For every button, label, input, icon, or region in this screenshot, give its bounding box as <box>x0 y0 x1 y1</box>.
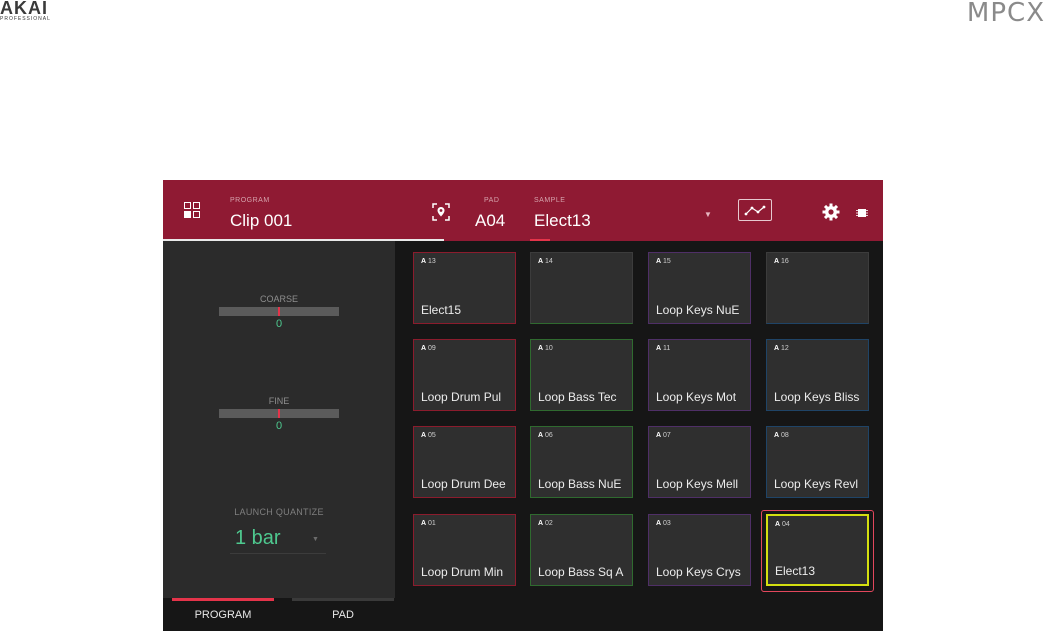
pad-sample-name: Loop Keys NuE <box>656 303 740 317</box>
pad-number: A 13 <box>421 258 436 265</box>
sample-underline <box>530 239 550 241</box>
left-panel: COARSE 0 FINE 0 LAUNCH QUANTIZE 1 bar ▼ <box>163 241 395 598</box>
pad-sample-name: Loop Drum Dee <box>421 477 506 491</box>
pad-a13[interactable]: A 13 Elect15 <box>413 252 516 324</box>
fine-slider-marker <box>278 409 280 418</box>
akai-logo-subtext: PROFESSIONAL <box>0 16 51 22</box>
sample-label: SAMPLE <box>534 197 566 204</box>
tab-program[interactable]: PROGRAM <box>172 598 274 631</box>
pad-sample-name: Loop Keys Crys <box>656 565 741 579</box>
sample-dropdown-icon[interactable]: ▼ <box>704 210 712 219</box>
pad-number: A 09 <box>421 345 436 352</box>
pad-number: A 12 <box>774 345 789 352</box>
pad-number: A 14 <box>538 258 553 265</box>
pad-number: A 01 <box>421 520 436 527</box>
mpcx-logo: MPCX <box>966 0 1045 28</box>
pad-a03[interactable]: A 03 Loop Keys Crys <box>648 514 751 586</box>
pad-a08[interactable]: A 08 Loop Keys Revl <box>766 426 869 498</box>
launch-quantize-value: 1 bar <box>235 527 281 549</box>
fine-slider[interactable] <box>219 409 339 418</box>
akai-logo-text: AKAI <box>0 0 48 18</box>
pad-a11[interactable]: A 11 Loop Keys Mot <box>648 339 751 411</box>
pad-a16[interactable]: A 16 <box>766 252 869 324</box>
tab-active-indicator <box>172 598 274 601</box>
pad-sample-name: Loop Keys Bliss <box>774 390 860 404</box>
pad-sample-name: Loop Keys Mot <box>656 390 737 404</box>
pad-selector[interactable]: A04 <box>475 211 505 231</box>
pad-number: A 16 <box>774 258 789 265</box>
pad-a01[interactable]: A 01 Loop Drum Min <box>413 514 516 586</box>
pad-label: PAD <box>484 197 500 204</box>
pad-number: A 08 <box>774 432 789 439</box>
coarse-slider-marker <box>278 307 280 316</box>
pad-sample-name: Loop Keys Mell <box>656 477 739 491</box>
tab-program-label: PROGRAM <box>194 609 252 621</box>
pad-number: A 07 <box>656 432 671 439</box>
chevron-down-icon: ▼ <box>312 536 319 543</box>
pad-a14[interactable]: A 14 <box>530 252 633 324</box>
pad-sample-name: Elect13 <box>775 564 816 578</box>
pad-a06[interactable]: A 06 Loop Bass NuE <box>530 426 633 498</box>
pad-sample-name: Loop Bass Tec <box>538 390 617 404</box>
pad-a02[interactable]: A 02 Loop Bass Sq A <box>530 514 633 586</box>
mpc-screen: PROGRAM Clip 001 PAD A04 SAMPLE Elect13 … <box>163 180 883 631</box>
bottom-tab-bar: PROGRAM PAD <box>163 598 883 631</box>
program-label: PROGRAM <box>230 197 270 204</box>
fine-value: 0 <box>275 420 283 432</box>
pad-sample-name: Elect15 <box>421 303 462 317</box>
tab-pad-label: PAD <box>332 609 354 621</box>
pad-number: A 04 <box>775 521 790 528</box>
sample-selector[interactable]: Elect13 <box>534 211 591 231</box>
pad-a10[interactable]: A 10 Loop Bass Tec <box>530 339 633 411</box>
pad-number: A 02 <box>538 520 553 527</box>
pad-number: A 15 <box>656 258 671 265</box>
launch-quantize-label: LAUNCH QUANTIZE <box>234 507 324 517</box>
coarse-value: 0 <box>275 318 283 330</box>
program-selector[interactable]: Clip 001 <box>230 211 292 231</box>
pad-sample-name: Loop Drum Pul <box>421 390 502 404</box>
pad-grid-icon[interactable] <box>184 202 204 220</box>
pad-number: A 03 <box>656 520 671 527</box>
fine-label: FINE <box>268 396 290 406</box>
envelope-curve-icon[interactable] <box>738 199 772 221</box>
pad-sample-name: Loop Keys Revl <box>774 477 859 491</box>
pad-a05[interactable]: A 05 Loop Drum Dee <box>413 426 516 498</box>
pad-a04[interactable]: A 04 Elect13 <box>766 514 869 586</box>
pad-a09[interactable]: A 09 Loop Drum Pul <box>413 339 516 411</box>
pad-sample-name: Loop Drum Min <box>421 565 504 579</box>
tab-inactive-indicator <box>292 598 394 601</box>
location-pin-icon[interactable] <box>431 202 451 222</box>
coarse-label: COARSE <box>259 294 298 304</box>
pad-a12[interactable]: A 12 Loop Keys Bliss <box>766 339 869 411</box>
coarse-slider[interactable] <box>219 307 339 316</box>
header-bar: PROGRAM Clip 001 PAD A04 SAMPLE Elect13 … <box>163 180 883 241</box>
pad-number: A 11 <box>656 345 671 352</box>
pad-a07[interactable]: A 07 Loop Keys Mell <box>648 426 751 498</box>
chip-icon[interactable] <box>856 206 868 218</box>
pad-number: A 05 <box>421 432 436 439</box>
akai-logo: AKAI PROFESSIONAL <box>0 0 51 22</box>
pad-sample-name: Loop Bass Sq A <box>538 565 624 579</box>
pad-sample-name: Loop Bass NuE <box>538 477 622 491</box>
tab-pad[interactable]: PAD <box>292 598 394 631</box>
gear-icon[interactable] <box>821 202 841 222</box>
launch-quantize-selector[interactable]: 1 bar ▼ <box>230 525 326 554</box>
pad-number: A 06 <box>538 432 553 439</box>
pad-number: A 10 <box>538 345 553 352</box>
pad-a15[interactable]: A 15 Loop Keys NuE <box>648 252 751 324</box>
